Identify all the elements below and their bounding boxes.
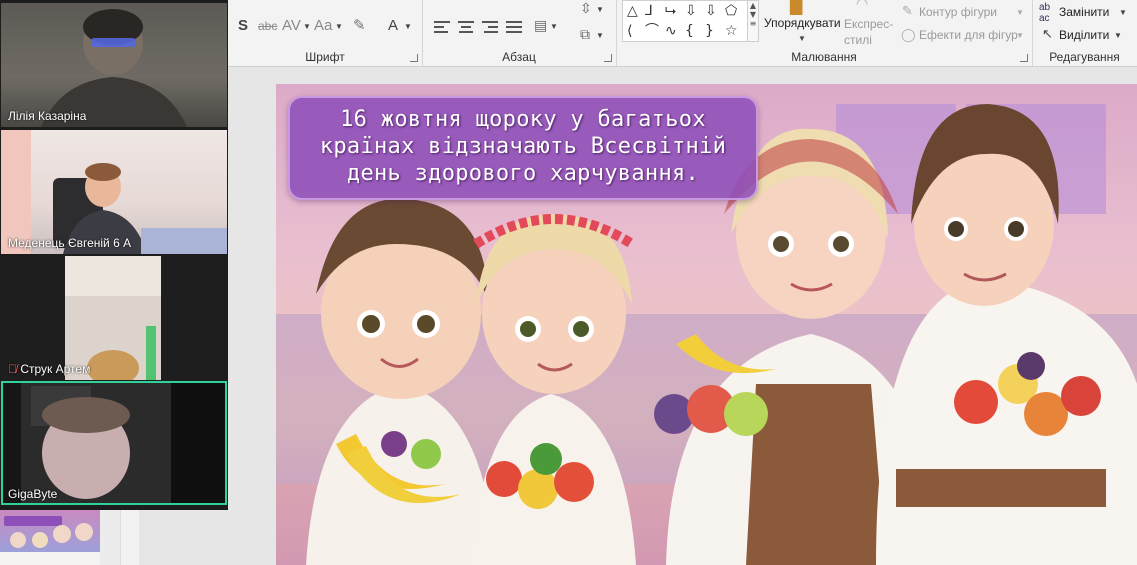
justify-icon[interactable]	[506, 21, 522, 33]
brace-left-shape-icon[interactable]: {	[685, 24, 694, 38]
align-text-icon[interactable]: ⇳	[580, 0, 592, 17]
chevron-down-icon[interactable]: ▼	[1016, 8, 1024, 17]
drawing-dialog-launcher-icon[interactable]	[1020, 54, 1028, 62]
shapes-gallery-scroll[interactable]: ▲ ▼ ≡	[747, 0, 759, 42]
shape-outline-icon[interactable]: ✎	[902, 3, 913, 19]
chevron-down-icon[interactable]: ▼	[1114, 31, 1122, 40]
align-center-icon[interactable]	[458, 21, 474, 33]
replace-icon[interactable]: ab ac	[1039, 2, 1050, 24]
participant-name: Струк Артем	[20, 362, 91, 376]
slide-thumbnail[interactable]	[0, 510, 100, 565]
font-color-button[interactable]: A	[388, 17, 398, 34]
participant-name: Меденець Євгеній 6 А	[8, 236, 132, 250]
brace-right-shape-icon[interactable]: }	[705, 24, 714, 38]
triangle-shape-icon[interactable]: △	[627, 4, 638, 18]
highlighter-icon[interactable]: ✎	[353, 16, 366, 34]
quick-styles-icon[interactable]: ◠	[856, 0, 868, 12]
editing-group: ab ac Замінити ▼ ↖ Виділити ▼ Редагування	[1032, 0, 1137, 66]
chevron-down-icon[interactable]: ▼	[550, 22, 558, 31]
shadow-button[interactable]: S	[238, 17, 248, 34]
chevron-down-icon[interactable]: ▼	[303, 22, 311, 31]
arrow-shape-icon[interactable]: ⇩	[705, 4, 717, 18]
participant-tile[interactable]: 🎙̸ Струк Артем	[1, 256, 227, 380]
font-group: S abc AV ▼ Aa ▼ ✎ A ▼ Шрифт	[228, 0, 423, 66]
thumbnails-scrollbar[interactable]	[120, 510, 139, 565]
shape-effects-icon[interactable]: ◯	[901, 27, 916, 43]
shape-outline-button[interactable]: Контур фігури	[919, 5, 997, 19]
microphone-muted-icon: 🎙̸	[8, 362, 17, 376]
chevron-down-icon[interactable]: ▼	[596, 5, 604, 14]
arc-shape-icon[interactable]: ⌒	[645, 24, 659, 38]
participant-tile[interactable]: Лілія Казаріна	[1, 3, 227, 127]
align-right-icon[interactable]	[482, 21, 498, 33]
paragraph-group: ▤ ▼ ⇳ ▼ ⧉ ▼ Абзац	[422, 0, 617, 66]
down-arrow-shape-icon[interactable]: ⇩	[685, 4, 697, 18]
paragraph-dialog-launcher-icon[interactable]	[604, 54, 612, 62]
bracket-shape-icon[interactable]: ⟨	[627, 24, 632, 38]
callout-shape-icon[interactable]: ⬠	[725, 4, 737, 18]
strikethrough-button[interactable]: abc	[258, 19, 277, 33]
chevron-down-icon[interactable]: ▼	[1016, 31, 1024, 40]
arrange-icon[interactable]: ▇	[790, 0, 802, 16]
elbow-connector-shape-icon[interactable]: ⅃	[645, 4, 653, 18]
chevron-down-icon[interactable]: ▼	[596, 31, 604, 40]
participant-name: GigaByte	[8, 487, 58, 501]
quick-styles-button[interactable]: Експрес-стилі	[844, 16, 894, 48]
slide-caption-text: 16 жовтня щороку у багатьох країнах відз…	[319, 107, 727, 186]
font-group-label: Шрифт	[305, 50, 345, 64]
paragraph-group-label: Абзац	[502, 50, 536, 64]
participants-panel: Лілія Казаріна Меденець Євгеній 6 А 🎙̸ С…	[0, 0, 228, 510]
columns-icon[interactable]: ▤	[534, 17, 547, 34]
slide-canvas[interactable]: 16 жовтня щороку у багатьох країнах відз…	[276, 84, 1137, 565]
character-spacing-button[interactable]: AV	[282, 17, 301, 34]
participant-tile[interactable]: GigaByte	[1, 381, 227, 505]
participant-name: Лілія Казаріна	[8, 109, 87, 123]
ribbon: S abc AV ▼ Aa ▼ ✎ A ▼ Шрифт ▤ ▼ ⇳ ▼ ⧉ ▼ …	[228, 0, 1137, 67]
participant-tile[interactable]: Меденець Євгеній 6 А	[1, 130, 227, 254]
change-case-button[interactable]: Aa	[314, 17, 332, 34]
elbow-arrow-shape-icon[interactable]: ⮡	[665, 4, 676, 18]
chevron-down-icon[interactable]: ▼	[1119, 8, 1127, 17]
chevron-down-icon[interactable]: ▼	[798, 34, 806, 43]
slide-caption-box[interactable]: 16 жовтня щороку у багатьох країнах відз…	[288, 96, 758, 200]
cursor-icon[interactable]: ↖	[1042, 26, 1053, 42]
drawing-group-label: Малювання	[791, 50, 857, 64]
chevron-down-icon[interactable]: ▼	[335, 22, 343, 31]
shapes-gallery[interactable]: △ ⅃ ⮡ ⇩ ⇩ ⬠ ⟨ ⌒ ∿ { } ☆	[622, 0, 749, 42]
select-button[interactable]: Виділити	[1059, 28, 1109, 42]
arrange-button[interactable]: Упорядкувати	[764, 16, 841, 30]
smartart-icon[interactable]: ⧉	[580, 26, 590, 43]
font-dialog-launcher-icon[interactable]	[410, 54, 418, 62]
curve-shape-icon[interactable]: ∿	[665, 24, 677, 38]
chevron-down-icon[interactable]: ▼	[404, 22, 412, 31]
star-shape-icon[interactable]: ☆	[725, 24, 738, 38]
shape-effects-button[interactable]: Ефекти для фігур	[919, 28, 1018, 42]
align-left-icon[interactable]	[434, 21, 450, 33]
editing-group-label: Редагування	[1049, 50, 1120, 64]
replace-button[interactable]: Замінити	[1059, 5, 1109, 19]
